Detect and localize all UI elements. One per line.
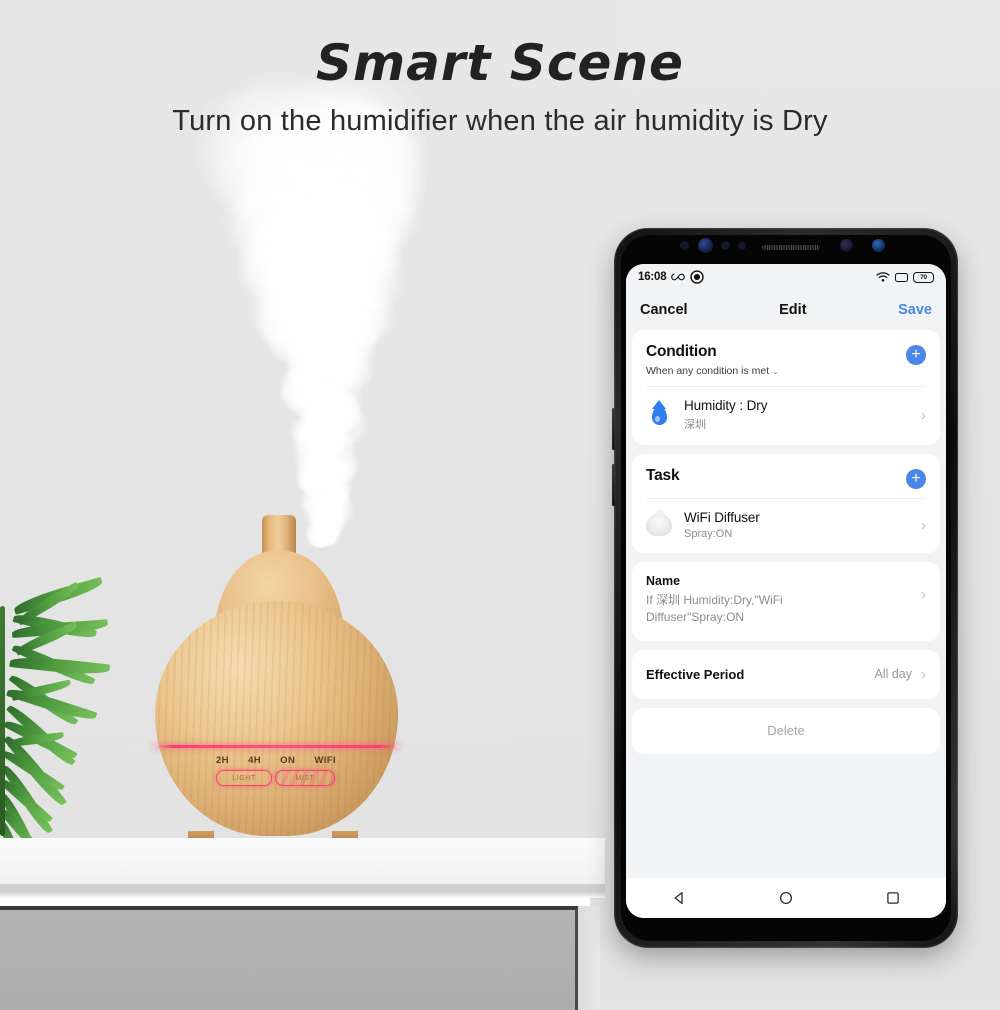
name-value: If 深圳 Humidity:Dry,"WiFi Diffuser"Spray:… bbox=[646, 593, 783, 625]
condition-item-row[interactable]: Humidity : Dry 深圳 › bbox=[632, 387, 940, 445]
chevron-down-icon: ⌄ bbox=[772, 367, 779, 376]
status-bar-right: 70 bbox=[876, 270, 934, 284]
condition-item-subtitle: 深圳 bbox=[684, 419, 706, 431]
sensor-icon-5 bbox=[872, 239, 885, 252]
effective-period-label: Effective Period bbox=[646, 666, 745, 682]
humidity-droplet-icon bbox=[646, 402, 672, 428]
condition-item-text: Humidity : Dry 深圳 bbox=[684, 398, 909, 432]
volume-up-button[interactable] bbox=[612, 408, 615, 450]
chevron-right-icon: › bbox=[921, 586, 926, 603]
name-label: Name bbox=[646, 574, 681, 588]
page-title: Smart Scene bbox=[316, 34, 684, 92]
diffuser-thumbnail-icon bbox=[646, 510, 672, 538]
chevron-right-icon: › bbox=[921, 516, 926, 534]
task-item-row[interactable]: WiFi Diffuser Spray:ON › bbox=[632, 499, 940, 553]
label-on: ON bbox=[280, 755, 296, 766]
wifi-icon bbox=[876, 272, 890, 282]
page-subtitle: Turn on the humidifier when the air humi… bbox=[172, 105, 828, 137]
scene-editor-content: Condition When any condition is met ⌄ + H… bbox=[626, 330, 946, 918]
effective-period-row[interactable]: Effective Period All day › bbox=[632, 649, 940, 699]
phone-screen: 16:08 70 Cancel Edit Save Condition When… bbox=[626, 264, 946, 918]
sensor-icon-2 bbox=[721, 241, 730, 250]
add-task-button[interactable]: + bbox=[906, 469, 926, 489]
phone-top-bezel bbox=[614, 228, 958, 264]
app-bar-title: Edit bbox=[779, 302, 807, 318]
condition-card: Condition When any condition is met ⌄ + H… bbox=[632, 330, 940, 445]
task-card: Task + WiFi Diffuser Spray:ON › bbox=[632, 454, 940, 553]
condition-item-title: Humidity : Dry bbox=[684, 398, 768, 413]
status-bar-left: 16:08 bbox=[638, 270, 705, 284]
volume-down-button[interactable] bbox=[612, 464, 615, 506]
name-text: Name If 深圳 Humidity:Dry,"WiFi Diffuser"S… bbox=[646, 574, 921, 627]
task-title: Task bbox=[646, 467, 680, 484]
sensor-icon-3 bbox=[738, 242, 746, 250]
condition-card-header: Condition When any condition is met ⌄ + bbox=[632, 330, 940, 386]
table-edge bbox=[0, 884, 605, 898]
name-row[interactable]: Name If 深圳 Humidity:Dry,"WiFi Diffuser"S… bbox=[632, 562, 940, 641]
cabinet-front-panel bbox=[0, 906, 578, 1010]
delete-row[interactable]: Delete bbox=[632, 707, 940, 754]
chevron-right-icon: › bbox=[921, 665, 926, 683]
infinity-icon bbox=[671, 273, 686, 281]
task-card-header: Task + bbox=[632, 454, 940, 498]
effective-period-value: All day bbox=[874, 667, 912, 682]
back-icon[interactable] bbox=[672, 891, 686, 905]
add-condition-button[interactable]: + bbox=[906, 345, 926, 365]
diffuser-body bbox=[155, 601, 398, 836]
mist-button[interactable]: MIST bbox=[275, 770, 335, 786]
recents-icon[interactable] bbox=[886, 891, 900, 905]
label-2h: 2H bbox=[216, 755, 229, 766]
light-button[interactable]: LIGHT bbox=[216, 770, 272, 786]
led-light-strip bbox=[153, 745, 400, 748]
label-4h: 4H bbox=[248, 755, 262, 766]
status-bar: 16:08 70 bbox=[626, 264, 946, 290]
humidifier-diffuser: 2H 4H ON WIFI LIGHT MIST bbox=[150, 515, 400, 860]
task-item-subtitle: Spray:ON bbox=[684, 528, 733, 540]
cancel-button[interactable]: Cancel bbox=[640, 302, 688, 318]
battery-icon: 70 bbox=[913, 271, 934, 283]
plant-stem bbox=[0, 606, 5, 836]
condition-title: Condition bbox=[646, 343, 717, 360]
diffuser-panel-labels: 2H 4H ON WIFI bbox=[216, 755, 336, 766]
condition-mode[interactable]: When any condition is met ⌄ bbox=[646, 365, 779, 377]
save-button[interactable]: Save bbox=[898, 302, 932, 318]
label-wifi: WIFI bbox=[314, 755, 336, 766]
delete-label: Delete bbox=[767, 722, 805, 738]
sensor-icon-4 bbox=[840, 239, 853, 252]
condition-mode-label: When any condition is met bbox=[646, 365, 770, 377]
effective-period-right: All day › bbox=[874, 666, 926, 683]
chevron-right-icon: › bbox=[921, 406, 926, 424]
phone-mockup: 16:08 70 Cancel Edit Save Condition When… bbox=[612, 228, 958, 948]
sim-icon bbox=[895, 272, 908, 282]
task-item-text: WiFi Diffuser Spray:ON bbox=[684, 510, 909, 540]
houseplant bbox=[0, 576, 124, 883]
earpiece-speaker bbox=[762, 245, 820, 250]
task-item-title: WiFi Diffuser bbox=[684, 510, 760, 525]
cabinet-side-gap bbox=[578, 906, 600, 1010]
sensor-icon-1 bbox=[680, 241, 689, 250]
app-bar: Cancel Edit Save bbox=[626, 290, 946, 330]
front-camera-icon bbox=[698, 238, 713, 253]
alarm-icon bbox=[690, 270, 705, 284]
android-navigation-bar bbox=[626, 878, 946, 918]
home-icon[interactable] bbox=[779, 891, 793, 905]
status-clock: 16:08 bbox=[638, 271, 667, 283]
